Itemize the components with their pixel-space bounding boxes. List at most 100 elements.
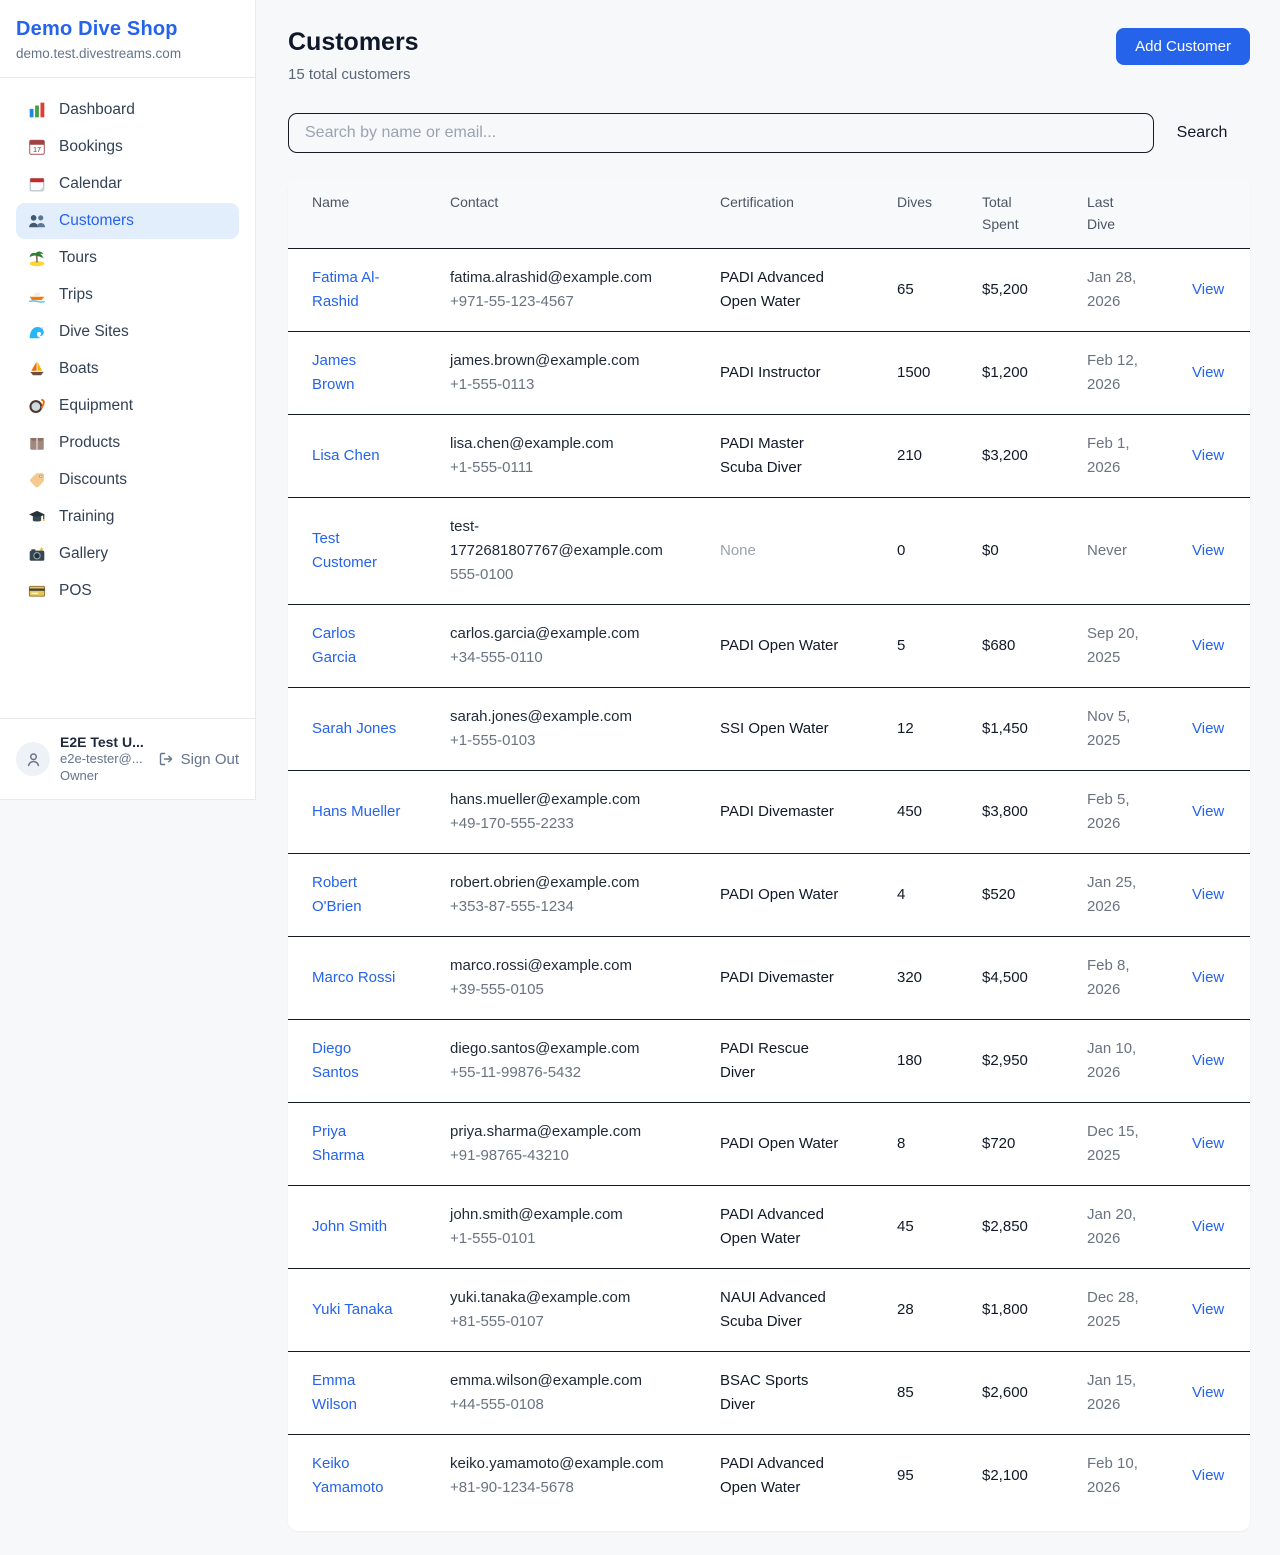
sidebar-item-calendar[interactable]: Calendar bbox=[16, 166, 239, 202]
customer-dives: 0 bbox=[897, 542, 905, 559]
customer-name-link[interactable]: Test Customer bbox=[312, 527, 402, 575]
customer-phone: +971-55-123-4567 bbox=[450, 293, 574, 310]
view-link[interactable]: View bbox=[1192, 281, 1224, 298]
sidebar-item-label: Boats bbox=[59, 360, 99, 378]
customer-total-spent: $1,800 bbox=[982, 1301, 1028, 1318]
sidebar-item-gallery[interactable]: Gallery bbox=[16, 536, 239, 572]
customer-last-dive: Dec 28, 2025 bbox=[1087, 1286, 1149, 1334]
customer-name-link[interactable]: Fatima Al-Rashid bbox=[312, 266, 402, 314]
user-email: e2e-tester@... bbox=[60, 751, 144, 768]
customer-email: diego.santos@example.com bbox=[450, 1037, 640, 1061]
customer-name-link[interactable]: Priya Sharma bbox=[312, 1120, 402, 1168]
svg-text:17: 17 bbox=[33, 145, 41, 154]
table-row: Marco Rossi marco.rossi@example.com +39-… bbox=[288, 937, 1250, 1020]
sign-out-label: Sign Out bbox=[181, 751, 239, 768]
customer-phone: +1-555-0103 bbox=[450, 732, 536, 749]
view-link[interactable]: View bbox=[1192, 364, 1224, 381]
customer-dives: 28 bbox=[897, 1301, 914, 1318]
sign-out-button[interactable]: Sign Out bbox=[158, 751, 239, 768]
customer-name-link[interactable]: Carlos Garcia bbox=[312, 622, 402, 670]
customer-name-link[interactable]: Emma Wilson bbox=[312, 1369, 402, 1417]
sidebar-item-customers[interactable]: Customers bbox=[16, 203, 239, 239]
sidebar-item-bookings[interactable]: 17 Bookings bbox=[16, 129, 239, 165]
customer-last-dive: Feb 10, 2026 bbox=[1087, 1452, 1149, 1500]
customer-name-link[interactable]: Robert O'Brien bbox=[312, 871, 402, 919]
sidebar-item-label: Tours bbox=[59, 249, 97, 267]
customer-certification: PADI Advanced Open Water bbox=[720, 1203, 840, 1251]
view-link[interactable]: View bbox=[1192, 720, 1224, 737]
customer-email: marco.rossi@example.com bbox=[450, 954, 632, 978]
customer-dives: 12 bbox=[897, 720, 914, 737]
customer-dives: 4 bbox=[897, 886, 905, 903]
sidebar-item-label: Bookings bbox=[59, 138, 123, 156]
table-row: John Smith john.smith@example.com +1-555… bbox=[288, 1186, 1250, 1269]
view-link[interactable]: View bbox=[1192, 803, 1224, 820]
sidebar-item-trips[interactable]: Trips bbox=[16, 277, 239, 313]
view-link[interactable]: View bbox=[1192, 1135, 1224, 1152]
customer-total-spent: $1,200 bbox=[982, 364, 1028, 381]
column-header-certification: Certification bbox=[708, 179, 885, 249]
sidebar-item-discounts[interactable]: Discounts bbox=[16, 462, 239, 498]
customer-name-link[interactable]: Diego Santos bbox=[312, 1037, 402, 1085]
view-link[interactable]: View bbox=[1192, 969, 1224, 986]
customer-name-link[interactable]: Sarah Jones bbox=[312, 717, 396, 741]
customer-name-link[interactable]: John Smith bbox=[312, 1215, 387, 1239]
customer-email: sarah.jones@example.com bbox=[450, 705, 632, 729]
sidebar-item-dashboard[interactable]: Dashboard bbox=[16, 92, 239, 128]
customer-name-link[interactable]: Yuki Tanaka bbox=[312, 1298, 393, 1322]
view-link[interactable]: View bbox=[1192, 542, 1224, 559]
customer-total-spent: $2,600 bbox=[982, 1384, 1028, 1401]
customer-phone: 555-0100 bbox=[450, 566, 513, 583]
customer-last-dive: Feb 8, 2026 bbox=[1087, 954, 1149, 1002]
sidebar-item-equipment[interactable]: Equipment bbox=[16, 388, 239, 424]
view-link[interactable]: View bbox=[1192, 447, 1224, 464]
customer-name-link[interactable]: Keiko Yamamoto bbox=[312, 1452, 402, 1500]
customer-total-spent: $2,100 bbox=[982, 1467, 1028, 1484]
table-row: Hans Mueller hans.mueller@example.com +4… bbox=[288, 771, 1250, 854]
customer-phone: +353-87-555-1234 bbox=[450, 898, 574, 915]
page-header: Customers 15 total customers Add Custome… bbox=[288, 28, 1250, 83]
sidebar-item-label: Gallery bbox=[59, 545, 108, 563]
customer-certification: PADI Instructor bbox=[720, 361, 821, 385]
person-icon bbox=[25, 751, 42, 768]
sidebar-item-pos[interactable]: POS bbox=[16, 573, 239, 609]
add-customer-button[interactable]: Add Customer bbox=[1116, 28, 1250, 65]
user-info: E2E Test U... e2e-tester@... Owner bbox=[60, 733, 144, 785]
sidebar-item-products[interactable]: Products bbox=[16, 425, 239, 461]
customer-total-spent: $1,450 bbox=[982, 720, 1028, 737]
customer-dives: 180 bbox=[897, 1052, 922, 1069]
customer-email: james.brown@example.com bbox=[450, 349, 639, 373]
customer-last-dive: Jan 20, 2026 bbox=[1087, 1203, 1149, 1251]
customer-name-link[interactable]: Lisa Chen bbox=[312, 444, 380, 468]
customer-last-dive: Feb 1, 2026 bbox=[1087, 432, 1149, 480]
customer-phone: +44-555-0108 bbox=[450, 1396, 544, 1413]
sidebar-item-training[interactable]: Training bbox=[16, 499, 239, 535]
view-link[interactable]: View bbox=[1192, 1301, 1224, 1318]
view-link[interactable]: View bbox=[1192, 1384, 1224, 1401]
customer-total-spent: $3,200 bbox=[982, 447, 1028, 464]
view-link[interactable]: View bbox=[1192, 886, 1224, 903]
graduation-cap-icon bbox=[28, 508, 46, 526]
table-row: Sarah Jones sarah.jones@example.com +1-5… bbox=[288, 688, 1250, 771]
view-link[interactable]: View bbox=[1192, 1052, 1224, 1069]
sidebar-item-boats[interactable]: Boats bbox=[16, 351, 239, 387]
search-input[interactable] bbox=[288, 113, 1154, 153]
sidebar-item-tours[interactable]: Tours bbox=[16, 240, 239, 276]
tag-icon bbox=[28, 471, 46, 489]
view-link[interactable]: View bbox=[1192, 1467, 1224, 1484]
customer-name-link[interactable]: James Brown bbox=[312, 349, 402, 397]
customer-name-link[interactable]: Marco Rossi bbox=[312, 966, 395, 990]
sidebar-item-label: Dive Sites bbox=[59, 323, 129, 341]
view-link[interactable]: View bbox=[1192, 637, 1224, 654]
view-link[interactable]: View bbox=[1192, 1218, 1224, 1235]
customer-phone: +39-555-0105 bbox=[450, 981, 544, 998]
table-row: Robert O'Brien robert.obrien@example.com… bbox=[288, 854, 1250, 937]
search-button[interactable]: Search bbox=[1154, 124, 1250, 142]
customer-phone: +55-11-99876-5432 bbox=[450, 1064, 581, 1081]
customer-dives: 65 bbox=[897, 281, 914, 298]
customer-name-link[interactable]: Hans Mueller bbox=[312, 800, 400, 824]
column-header-actions bbox=[1180, 179, 1250, 249]
customer-last-dive: Jan 15, 2026 bbox=[1087, 1369, 1149, 1417]
column-header-name: Name bbox=[288, 179, 438, 249]
sidebar-item-dive-sites[interactable]: Dive Sites bbox=[16, 314, 239, 350]
